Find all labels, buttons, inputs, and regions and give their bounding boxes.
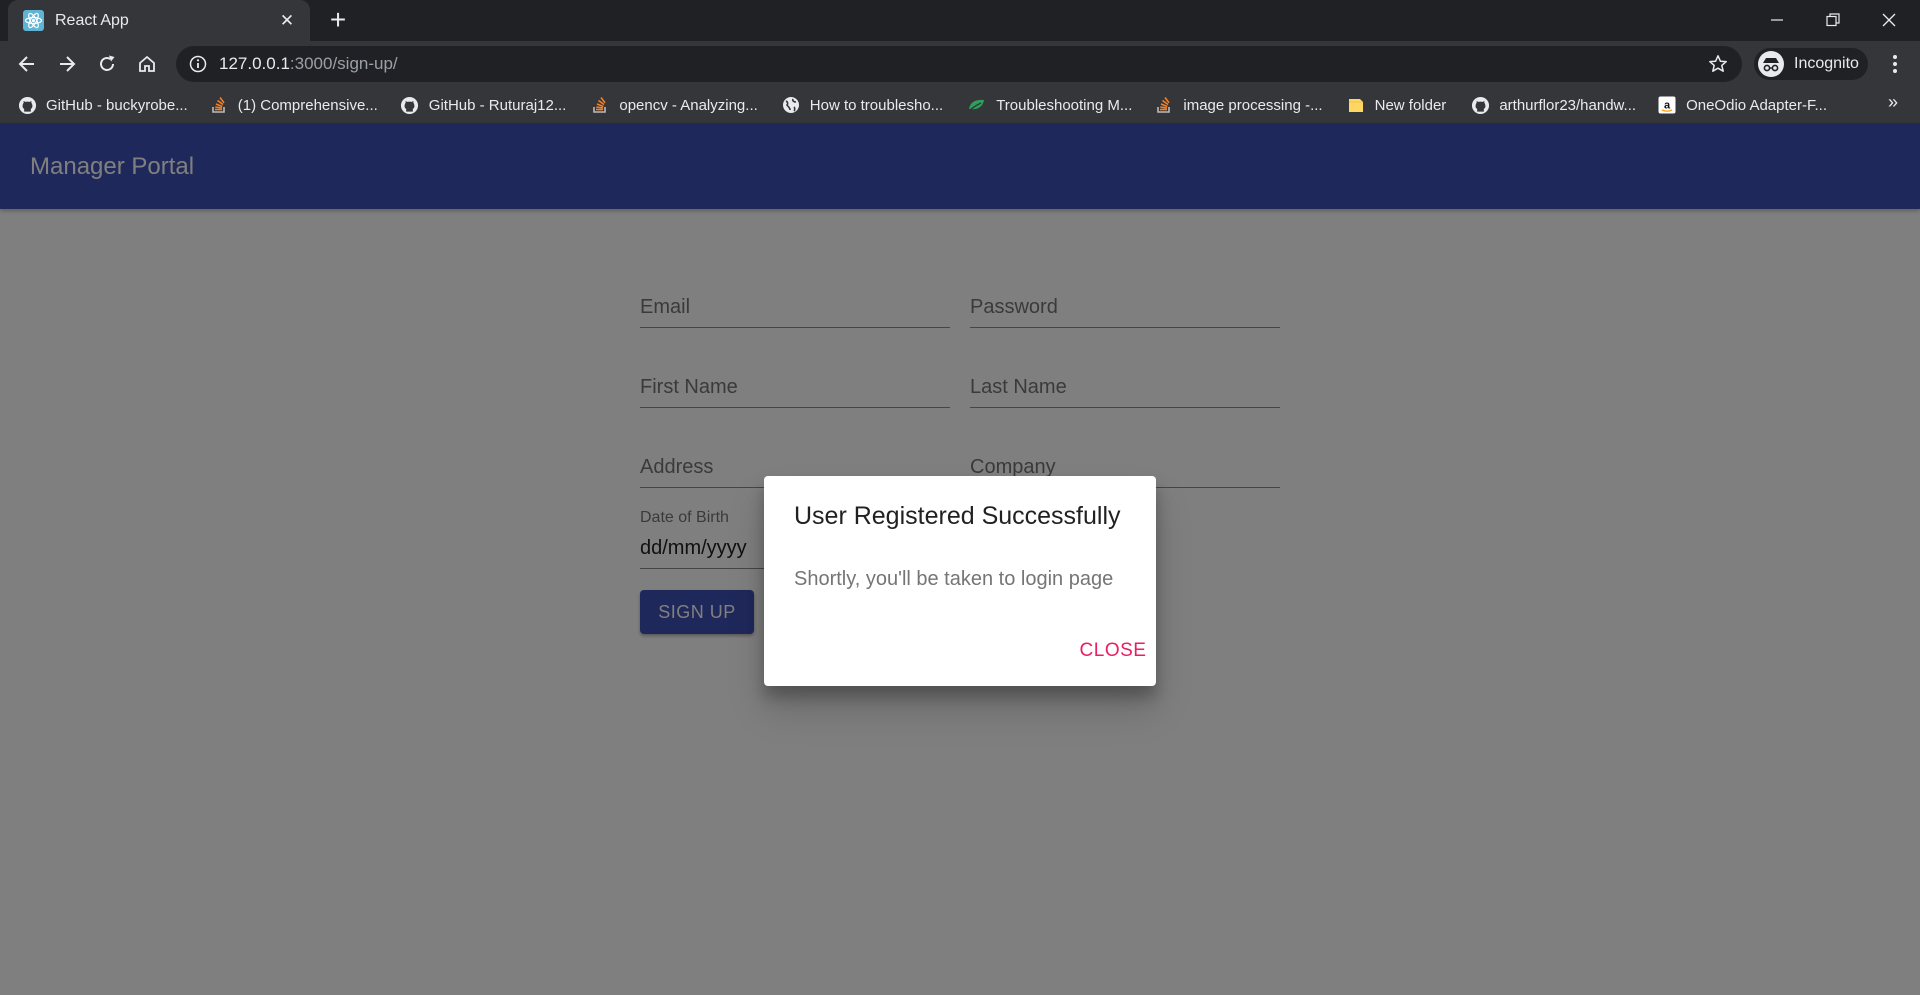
bookmark-star-icon[interactable]: [1708, 54, 1728, 74]
restore-icon[interactable]: [1805, 0, 1861, 40]
bookmark-item[interactable]: opencv - Analyzing...: [590, 91, 758, 119]
bookmark-item[interactable]: New folder: [1346, 91, 1447, 119]
more-bookmarks-icon[interactable]: »: [1888, 92, 1898, 113]
address-bar[interactable]: 127.0.0.1:3000/sign-up/: [176, 46, 1742, 82]
bookmark-label: How to troublesho...: [809, 96, 944, 114]
stackoverflow-icon: [209, 95, 229, 115]
incognito-button[interactable]: Incognito: [1754, 48, 1868, 80]
tab-title: React App: [55, 11, 129, 29]
forward-icon[interactable]: [51, 48, 83, 80]
bookmark-label: New folder: [1374, 96, 1447, 114]
react-icon: [23, 10, 44, 31]
globe-icon: [781, 95, 801, 115]
dialog-title: User Registered Successfully: [794, 502, 1121, 530]
stackoverflow-icon: [590, 95, 610, 115]
bookmark-label: opencv - Analyzing...: [619, 96, 758, 114]
leaf-icon: [967, 95, 987, 115]
svg-text:a: a: [1664, 100, 1671, 112]
bookmark-label: image processing -...: [1183, 96, 1323, 114]
folder-icon: [1346, 95, 1366, 115]
github-icon: [17, 95, 37, 115]
incognito-label: Incognito: [1794, 55, 1859, 72]
site-info-icon[interactable]: [189, 55, 207, 73]
amazon-icon: a: [1657, 95, 1677, 115]
bookmark-item[interactable]: GitHub - buckyrobe...: [17, 91, 188, 119]
browser-tab[interactable]: React App ✕: [8, 0, 310, 41]
bookmark-label: (1) Comprehensive...: [237, 96, 378, 114]
bookmark-label: GitHub - buckyrobe...: [46, 96, 188, 114]
bookmark-item[interactable]: image processing -...: [1154, 91, 1323, 119]
stackoverflow-icon: [1154, 95, 1174, 115]
tab-close-icon[interactable]: ✕: [278, 11, 296, 31]
bookmark-label: GitHub - Ruturaj12...: [428, 96, 567, 114]
success-dialog: User Registered Successfully Shortly, yo…: [764, 476, 1156, 686]
minimize-icon[interactable]: [1749, 0, 1805, 40]
bookmark-label: Troubleshooting M...: [996, 96, 1133, 114]
bookmarks-bar: GitHub - buckyrobe... (1) Comprehensive.…: [0, 87, 1920, 123]
window-close-icon[interactable]: [1861, 0, 1917, 40]
bookmark-label: arthurflor23/handw...: [1499, 96, 1637, 114]
url-text: 127.0.0.1:3000/sign-up/: [219, 54, 398, 74]
new-tab-icon[interactable]: +: [324, 6, 352, 35]
bookmark-item[interactable]: Troubleshooting M...: [967, 91, 1132, 119]
dialog-close-button[interactable]: CLOSE: [1080, 631, 1146, 671]
incognito-icon: [1758, 51, 1784, 77]
bookmark-item[interactable]: How to troublesho...: [781, 91, 943, 119]
bookmark-label: OneOdio Adapter-F...: [1686, 96, 1827, 114]
browser-menu-icon[interactable]: [1880, 48, 1910, 80]
reload-icon[interactable]: [91, 48, 123, 80]
url-path: :3000/sign-up/: [289, 54, 398, 73]
bookmark-item[interactable]: (1) Comprehensive...: [209, 91, 378, 119]
bookmark-item[interactable]: a OneOdio Adapter-F...: [1657, 91, 1827, 119]
browser-tab-bar: React App ✕ +: [0, 0, 1920, 41]
github-icon: [400, 95, 420, 115]
home-icon[interactable]: [131, 48, 163, 80]
back-icon[interactable]: [11, 48, 43, 80]
bookmark-item[interactable]: GitHub - Ruturaj12...: [400, 91, 567, 119]
url-host: 127.0.0.1: [219, 54, 290, 73]
github-icon: [1470, 95, 1490, 115]
bookmark-item[interactable]: arthurflor23/handw...: [1470, 91, 1636, 119]
browser-toolbar: 127.0.0.1:3000/sign-up/ Incognito: [0, 41, 1920, 87]
dialog-message: Shortly, you'll be taken to login page: [794, 568, 1114, 590]
